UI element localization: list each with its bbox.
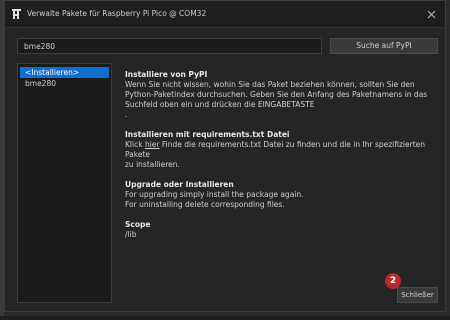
manage-packages-dialog: Verwalte Pakete für Raspberry Pi Pico @ … (4, 0, 446, 312)
section-heading: Installieren mit requirements.txt Datei (125, 130, 290, 139)
section-heading: Scope (125, 220, 151, 229)
package-list[interactable]: <Installieren> bme280 (17, 63, 112, 303)
list-item-bme280[interactable]: bme280 (20, 78, 109, 89)
paragraph-line: Suchfeld oben ein und drücken die EINGAB… (125, 100, 315, 109)
paragraph-line: For uninstalling delete corresponding fi… (125, 200, 285, 209)
section-heading: Installiere von PyPI (125, 70, 208, 79)
thonny-app-icon (12, 9, 21, 19)
section-requirements: Installieren mit requirements.txt Datei … (125, 130, 440, 170)
section-scope: Scope /lib (125, 220, 440, 240)
paragraph-line: For upgrading simply install the package… (125, 190, 304, 199)
package-search-input[interactable] (17, 38, 322, 54)
close-icon (427, 10, 435, 18)
status-bar (0, 316, 450, 320)
info-panel: Installiere von PyPI Wenn Sie nicht wiss… (125, 70, 440, 250)
here-link[interactable]: hier (145, 140, 160, 149)
paragraph-line: Wenn Sie nicht wissen, wohin Sie das Pak… (125, 80, 415, 89)
close-dialog-button[interactable]: Schließer (397, 287, 438, 303)
paragraph-line: Klick hier Finde die requirements.txt Da… (125, 140, 440, 160)
paragraph-line: Python-Paketindex durchsuchen. Geben Sie… (125, 90, 428, 99)
search-pypi-button[interactable]: Suche auf PyPI (330, 38, 438, 54)
close-window-button[interactable] (423, 6, 439, 22)
window-title: Verwalte Pakete für Raspberry Pi Pico @ … (27, 9, 207, 18)
list-item-install[interactable]: <Installieren> (20, 67, 109, 78)
text-fragment: Finde die requirements.txt Datei zu find… (125, 140, 426, 159)
paragraph-line: zu installieren. (125, 160, 180, 169)
text-fragment: Klick (125, 140, 145, 149)
section-upgrade: Upgrade oder Installieren For upgrading … (125, 180, 440, 210)
paragraph-line: . (125, 110, 128, 119)
scope-value: /lib (125, 230, 137, 239)
section-pypi: Installiere von PyPI Wenn Sie nicht wiss… (125, 70, 440, 120)
section-heading: Upgrade oder Installieren (125, 180, 234, 189)
title-bar: Verwalte Pakete für Raspberry Pi Pico @ … (5, 1, 445, 28)
